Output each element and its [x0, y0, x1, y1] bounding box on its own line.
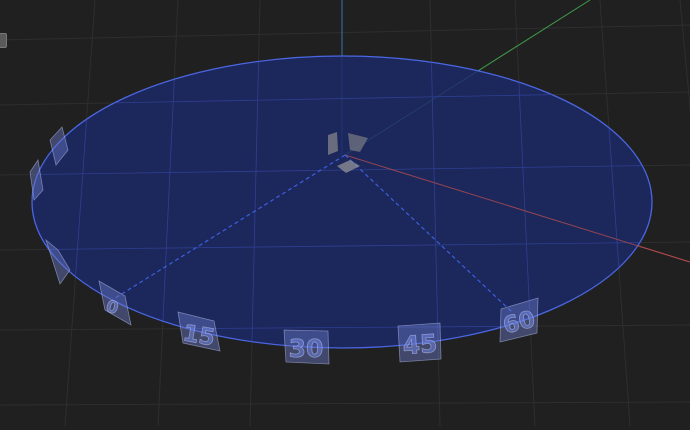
- tick-label-45: 45: [402, 329, 439, 360]
- tick-label-30: 30: [289, 334, 324, 363]
- viewport-edge-handle[interactable]: [0, 33, 7, 48]
- 3d-viewport[interactable]: 0 15 30 45 60: [0, 0, 690, 427]
- tick-45-plate: 45: [397, 322, 442, 363]
- tick-label-15: 15: [181, 320, 217, 351]
- viewport-canvas[interactable]: 0 15 30 45 60: [0, 0, 690, 427]
- tick-30-plate: 30: [283, 329, 330, 365]
